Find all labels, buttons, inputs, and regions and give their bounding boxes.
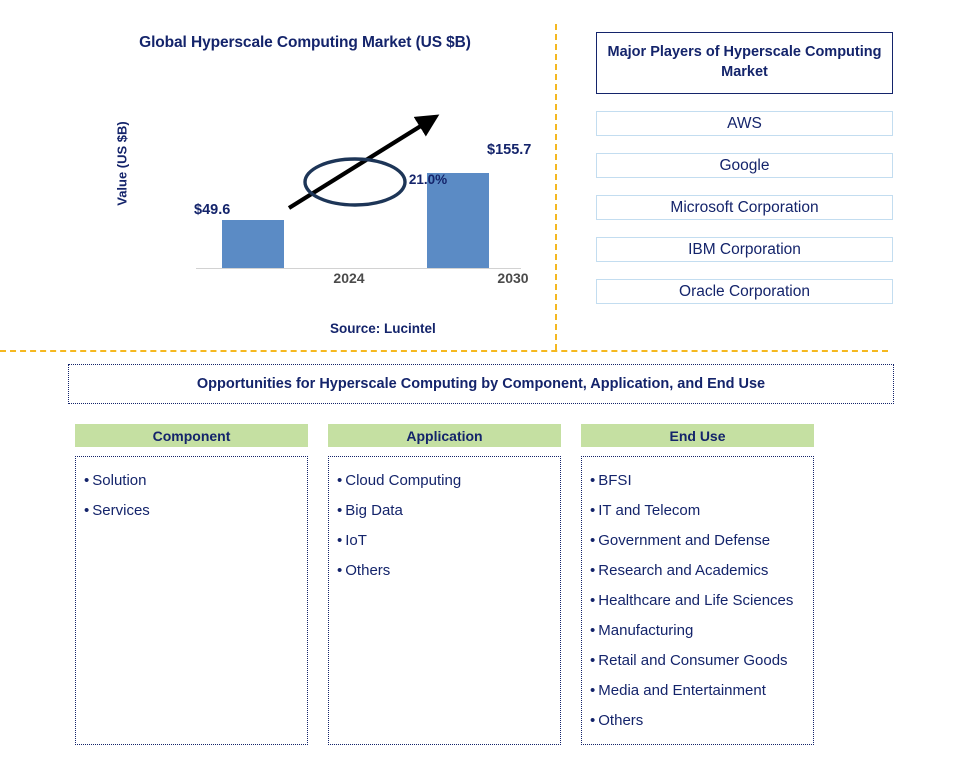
list-item: • Others <box>590 706 813 736</box>
list-item: • Media and Entertainment <box>590 676 813 706</box>
player-item-microsoft[interactable]: Microsoft Corporation <box>596 195 893 220</box>
list-item-label: BFSI <box>598 472 632 489</box>
list-item-label: Research and Academics <box>598 562 769 579</box>
segment-column-component: Component • Solution • Services <box>75 424 308 745</box>
bullet-icon: • <box>590 712 596 729</box>
list-item: • Big Data <box>337 496 560 526</box>
bullet-icon: • <box>337 502 343 519</box>
list-item: • Healthcare and Life Sciences <box>590 586 813 616</box>
list-item: • Solution <box>84 466 307 496</box>
list-item-label: Others <box>598 712 644 729</box>
list-item-label: Manufacturing <box>598 622 694 639</box>
x-tick-2030: 2030 <box>497 270 529 286</box>
list-item: • IoT <box>337 526 560 556</box>
player-item-aws[interactable]: AWS <box>596 111 893 136</box>
source-label: Source: Lucintel <box>330 321 436 336</box>
chart-title: Global Hyperscale Computing Market (US $… <box>139 34 471 51</box>
chart-y-axis-label: Value (US $B) <box>114 121 130 206</box>
player-item-google[interactable]: Google <box>596 153 893 178</box>
list-item-label: Others <box>345 562 391 579</box>
bullet-icon: • <box>590 502 596 519</box>
bullet-icon: • <box>590 622 596 639</box>
list-item-label: Retail and Consumer Goods <box>598 652 788 669</box>
horizontal-dashed-divider <box>0 350 888 352</box>
list-item: • Manufacturing <box>590 616 813 646</box>
bullet-icon: • <box>590 652 596 669</box>
segment-header-application: Application <box>328 424 561 447</box>
bullet-icon: • <box>590 562 596 579</box>
player-item-oracle[interactable]: Oracle Corporation <box>596 279 893 304</box>
segment-columns: Component • Solution • Services Applicatio… <box>75 424 890 754</box>
segment-column-application: Application • Cloud Computing • Big Data •… <box>328 424 561 745</box>
x-tick-2024: 2024 <box>333 270 365 286</box>
opportunities-banner: Opportunities for Hyperscale Computing b… <box>68 364 894 404</box>
list-item: • Cloud Computing <box>337 466 560 496</box>
list-item: • Retail and Consumer Goods <box>590 646 813 676</box>
segment-list-application: • Cloud Computing • Big Data • IoT • Others <box>328 456 561 745</box>
cagr-annotation-graphic <box>287 114 440 210</box>
segment-header-component: Component <box>75 424 308 447</box>
bullet-icon: • <box>590 682 596 699</box>
bullet-icon: • <box>590 472 596 489</box>
vertical-dashed-divider <box>555 24 557 350</box>
list-item: • Government and Defense <box>590 526 813 556</box>
major-players-header: Major Players of Hyperscale Computing Ma… <box>596 32 893 94</box>
list-item-label: Media and Entertainment <box>598 682 766 699</box>
bullet-icon: • <box>84 472 90 489</box>
player-item-ibm[interactable]: IBM Corporation <box>596 237 893 262</box>
list-item-label: Solution <box>92 472 147 489</box>
list-item-label: IT and Telecom <box>598 502 701 519</box>
bullet-icon: • <box>84 502 90 519</box>
list-item: • Research and Academics <box>590 556 813 586</box>
list-item: • BFSI <box>590 466 813 496</box>
list-item-label: IoT <box>345 532 367 549</box>
bullet-icon: • <box>337 532 343 549</box>
list-item: • Services <box>84 496 307 526</box>
list-item-label: Services <box>92 502 150 519</box>
segment-column-end-use: End Use • BFSI • IT and Telecom • Governmen… <box>581 424 814 745</box>
segment-header-end-use: End Use <box>581 424 814 447</box>
bullet-icon: • <box>590 592 596 609</box>
bullet-icon: • <box>337 562 343 579</box>
segment-list-component: • Solution • Services <box>75 456 308 745</box>
list-item-label: Big Data <box>345 502 403 519</box>
market-chart-panel: Global Hyperscale Computing Market (US $… <box>70 26 540 341</box>
bullet-icon: • <box>590 532 596 549</box>
list-item: • Others <box>337 556 560 586</box>
cagr-value-label: 21.0% <box>408 172 448 187</box>
list-item-label: Cloud Computing <box>345 472 462 489</box>
list-item-label: Healthcare and Life Sciences <box>598 592 794 609</box>
segment-list-end-use: • BFSI • IT and Telecom • Government and De… <box>581 456 814 745</box>
list-item-label: Government and Defense <box>598 532 771 549</box>
bullet-icon: • <box>337 472 343 489</box>
major-players-panel: Major Players of Hyperscale Computing Ma… <box>596 32 893 304</box>
list-item: • IT and Telecom <box>590 496 813 526</box>
